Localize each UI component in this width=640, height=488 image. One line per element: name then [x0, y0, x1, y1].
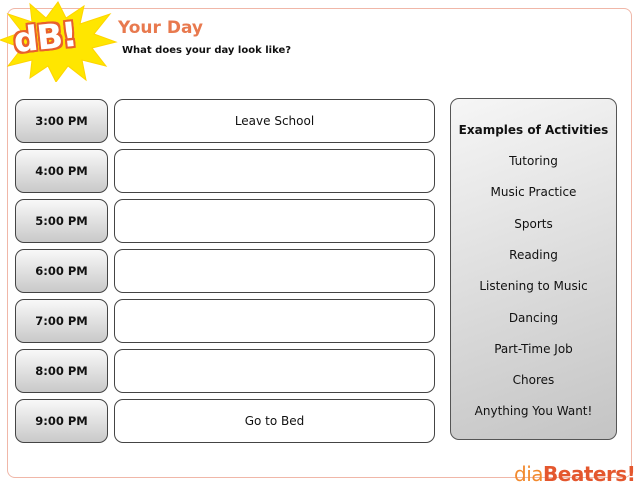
example-item[interactable]: Chores [451, 373, 616, 387]
time-button[interactable]: 4:00 PM [15, 149, 108, 193]
example-item[interactable]: Part-Time Job [451, 342, 616, 356]
page-subtitle: What does your day look like? [122, 45, 292, 56]
time-button[interactable]: 6:00 PM [15, 249, 108, 293]
page-title: Your Day [118, 18, 203, 38]
time-button[interactable]: 8:00 PM [15, 349, 108, 393]
footer-brand-part1: dia [514, 462, 544, 486]
example-item[interactable]: Tutoring [451, 154, 616, 168]
example-item[interactable]: Reading [451, 248, 616, 262]
activity-field[interactable] [114, 149, 435, 193]
activity-field[interactable]: Leave School [114, 99, 435, 143]
example-item[interactable]: Music Practice [451, 185, 616, 199]
time-button[interactable]: 7:00 PM [15, 299, 108, 343]
example-item[interactable]: Listening to Music [451, 279, 616, 293]
example-item[interactable]: Sports [451, 217, 616, 231]
footer-brand-part2: Beaters! [543, 462, 636, 486]
example-item[interactable]: Dancing [451, 311, 616, 325]
activity-field[interactable] [114, 299, 435, 343]
footer-brand-logo: diaBeaters! [514, 462, 636, 486]
example-item[interactable]: Anything You Want! [451, 404, 616, 418]
activity-field[interactable] [114, 199, 435, 243]
activity-field[interactable] [114, 349, 435, 393]
examples-panel: Examples of Activities Tutoring Music Pr… [450, 98, 617, 440]
activity-field[interactable] [114, 249, 435, 293]
examples-title: Examples of Activities [458, 123, 609, 137]
time-button[interactable]: 5:00 PM [15, 199, 108, 243]
time-button[interactable]: 3:00 PM [15, 99, 108, 143]
time-button[interactable]: 9:00 PM [15, 399, 108, 443]
logo-text: dB! [11, 14, 79, 62]
activity-field[interactable]: Go to Bed [114, 399, 435, 443]
